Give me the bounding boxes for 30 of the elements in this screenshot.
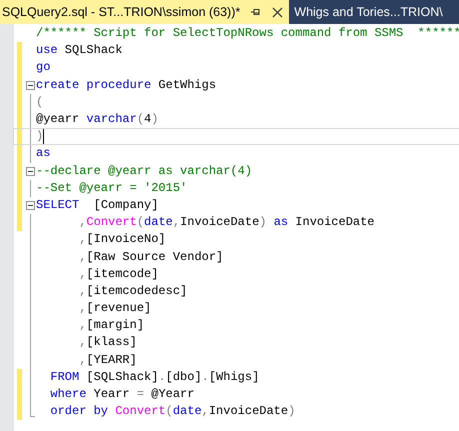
code-line: --declare @yearr as varchar(4)	[36, 162, 252, 180]
code-line: go	[36, 59, 50, 76]
code-line: FROM [SQLShack].[dbo].[Whigs]	[49, 368, 260, 386]
editor-tab[interactable]: SQLQuery2.sql - ST...TRION\ssimon (63))*	[0, 0, 290, 24]
collapse-icon[interactable]	[26, 80, 34, 90]
code-line: )	[36, 128, 44, 146]
code-line: ,[YEARR]	[78, 352, 137, 369]
code-line: ,[itemcodedesc]	[78, 282, 188, 300]
code-line: as	[36, 145, 50, 162]
code-line: (	[36, 94, 44, 111]
collapse-icon[interactable]	[26, 166, 34, 176]
code-line: where Yearr = @Yearr	[49, 386, 194, 404]
code-line: ,[klass]	[78, 334, 137, 352]
code-line: --Set @yearr = '2015'	[36, 180, 188, 197]
collapse-icon[interactable]	[26, 200, 34, 210]
code-line: ,[margin]	[78, 317, 144, 334]
code-line: order by Convert(date,InvoiceDate)	[49, 403, 296, 420]
code-line: ,[Raw Source Vendor]	[78, 248, 224, 266]
code-line: ,[itemcode]	[78, 266, 158, 283]
code-line: create procedure GetWhigs	[36, 76, 216, 94]
code-line: ,Convert(date,InvoiceDate) as InvoiceDate	[78, 214, 375, 232]
code-line: use SQLShack	[36, 42, 122, 60]
code-line: SELECT [Company]	[36, 196, 158, 214]
code-line: @yearr varchar(4)	[36, 111, 158, 128]
close-button[interactable]	[271, 6, 284, 18]
pin-icon[interactable]	[250, 7, 262, 17]
code-line: ,[revenue]	[78, 300, 152, 318]
text-cursor	[43, 129, 44, 144]
code-line: /****** Script for SelectTopNRows command from SSMS ******	[36, 25, 459, 42]
code-line: ,[InvoiceNo]	[78, 231, 166, 248]
